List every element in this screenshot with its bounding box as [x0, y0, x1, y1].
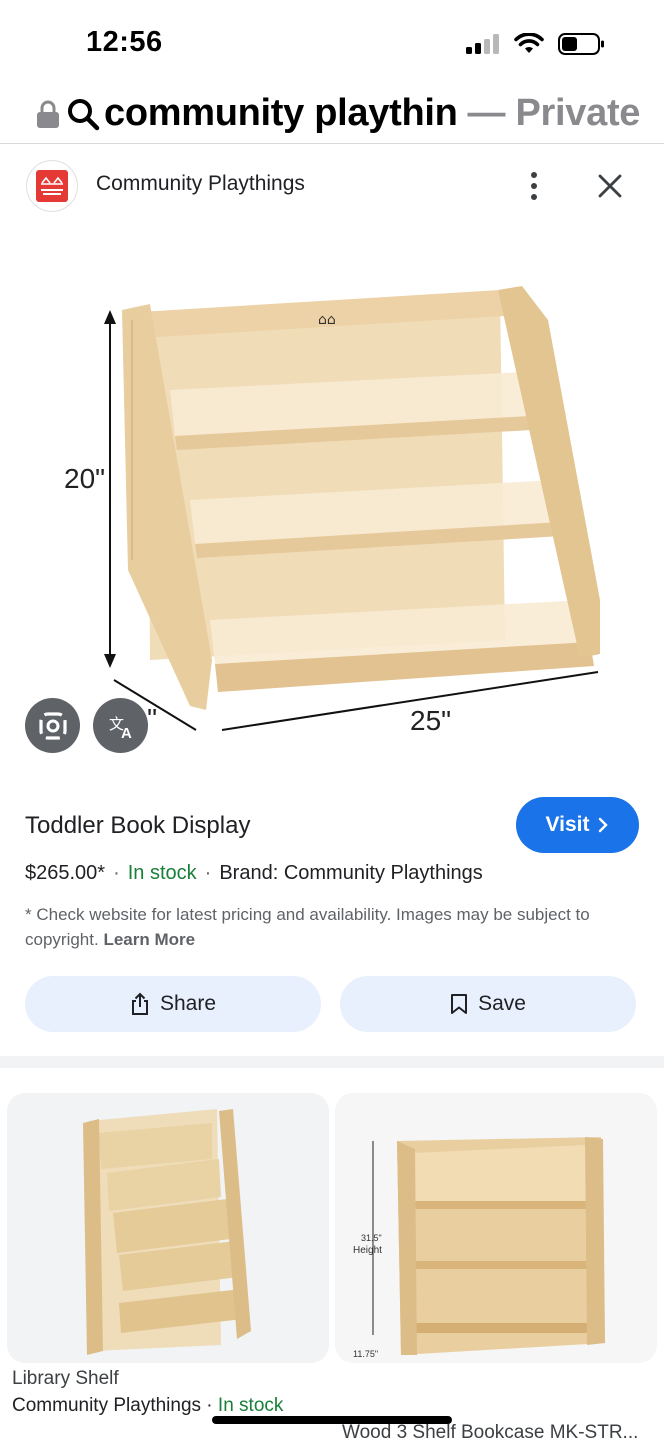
share-button[interactable]: Share: [25, 976, 321, 1032]
related-source-line: Community Playthings · In stock: [12, 1395, 284, 1416]
dimension-width-label: 25": [410, 705, 451, 736]
source-logo[interactable]: [26, 160, 78, 212]
save-button[interactable]: Save: [340, 976, 636, 1032]
disclaimer: * Check website for latest pricing and a…: [25, 902, 640, 952]
lens-icon: [38, 711, 67, 740]
related-title[interactable]: Wood 3 Shelf Bookcase MK-STR...: [342, 1422, 642, 1440]
cellular-signal-icon: [466, 34, 499, 54]
price: $265.00*: [25, 862, 106, 884]
product-title[interactable]: Toddler Book Display: [25, 812, 250, 840]
stock-status: In stock: [127, 862, 197, 884]
share-icon: [131, 992, 148, 1015]
save-label: Save: [478, 992, 526, 1015]
related-image: 31.5" Height 11.75": [335, 1093, 657, 1363]
status-icons: [466, 32, 606, 56]
url-bar[interactable]: community playthin — Private: [0, 84, 664, 144]
home-indicator[interactable]: [212, 1416, 452, 1424]
visit-label: Visit: [545, 813, 590, 836]
learn-more-link[interactable]: Learn More: [103, 930, 195, 949]
dimension-height-label: 20": [64, 463, 105, 494]
more-dot-icon: [531, 194, 537, 200]
close-icon[interactable]: [590, 166, 630, 206]
brand-logo-icon: [36, 170, 68, 202]
more-dot-icon: [531, 183, 537, 189]
separator-dot: ·: [113, 862, 120, 884]
translate-icon: 文 A: [109, 715, 132, 741]
translate-button[interactable]: 文 A: [93, 698, 148, 753]
svg-text:A: A: [121, 725, 132, 741]
more-options-button[interactable]: [518, 166, 550, 206]
url-query: community playthin: [104, 92, 458, 134]
private-label: — Private: [467, 92, 641, 134]
related-card-bookcase[interactable]: 31.5" Height 11.75": [335, 1093, 657, 1363]
related-height-value: 31.5": [361, 1233, 382, 1243]
related-height-label: Height: [353, 1245, 382, 1256]
related-source: Community Playthings: [12, 1395, 202, 1416]
related-depth-value: 11.75": [353, 1349, 378, 1359]
status-bar: 12:56: [0, 0, 664, 88]
product-image[interactable]: 20" 11" 25" ⌂⌂: [0, 240, 664, 780]
chevron-right-icon: [599, 817, 609, 833]
price-line: $265.00* · In stock · Brand: Community Playt…: [25, 862, 483, 885]
related-stock: In stock: [217, 1395, 284, 1416]
status-time: 12:56: [86, 26, 163, 58]
share-label: Share: [159, 992, 217, 1015]
lens-search-button[interactable]: [25, 698, 80, 753]
section-divider: [0, 1056, 664, 1068]
related-title[interactable]: Library Shelf: [12, 1368, 119, 1390]
more-dot-icon: [531, 172, 537, 178]
brand: Brand: Community Playthings: [219, 862, 483, 884]
battery-icon: [558, 33, 604, 55]
wifi-icon: [514, 33, 544, 53]
search-icon: [68, 98, 100, 130]
source-name[interactable]: Community Playthings: [96, 172, 305, 196]
lock-icon: [37, 100, 59, 128]
source-header: Community Playthings: [0, 150, 664, 222]
separator-dot: ·: [204, 862, 212, 884]
bookmark-icon: [451, 994, 468, 1014]
related-image: [83, 1109, 251, 1355]
related-card-library-shelf[interactable]: [7, 1093, 329, 1363]
svg-text:⌂⌂: ⌂⌂: [318, 312, 336, 328]
visit-button[interactable]: Visit: [516, 797, 639, 853]
